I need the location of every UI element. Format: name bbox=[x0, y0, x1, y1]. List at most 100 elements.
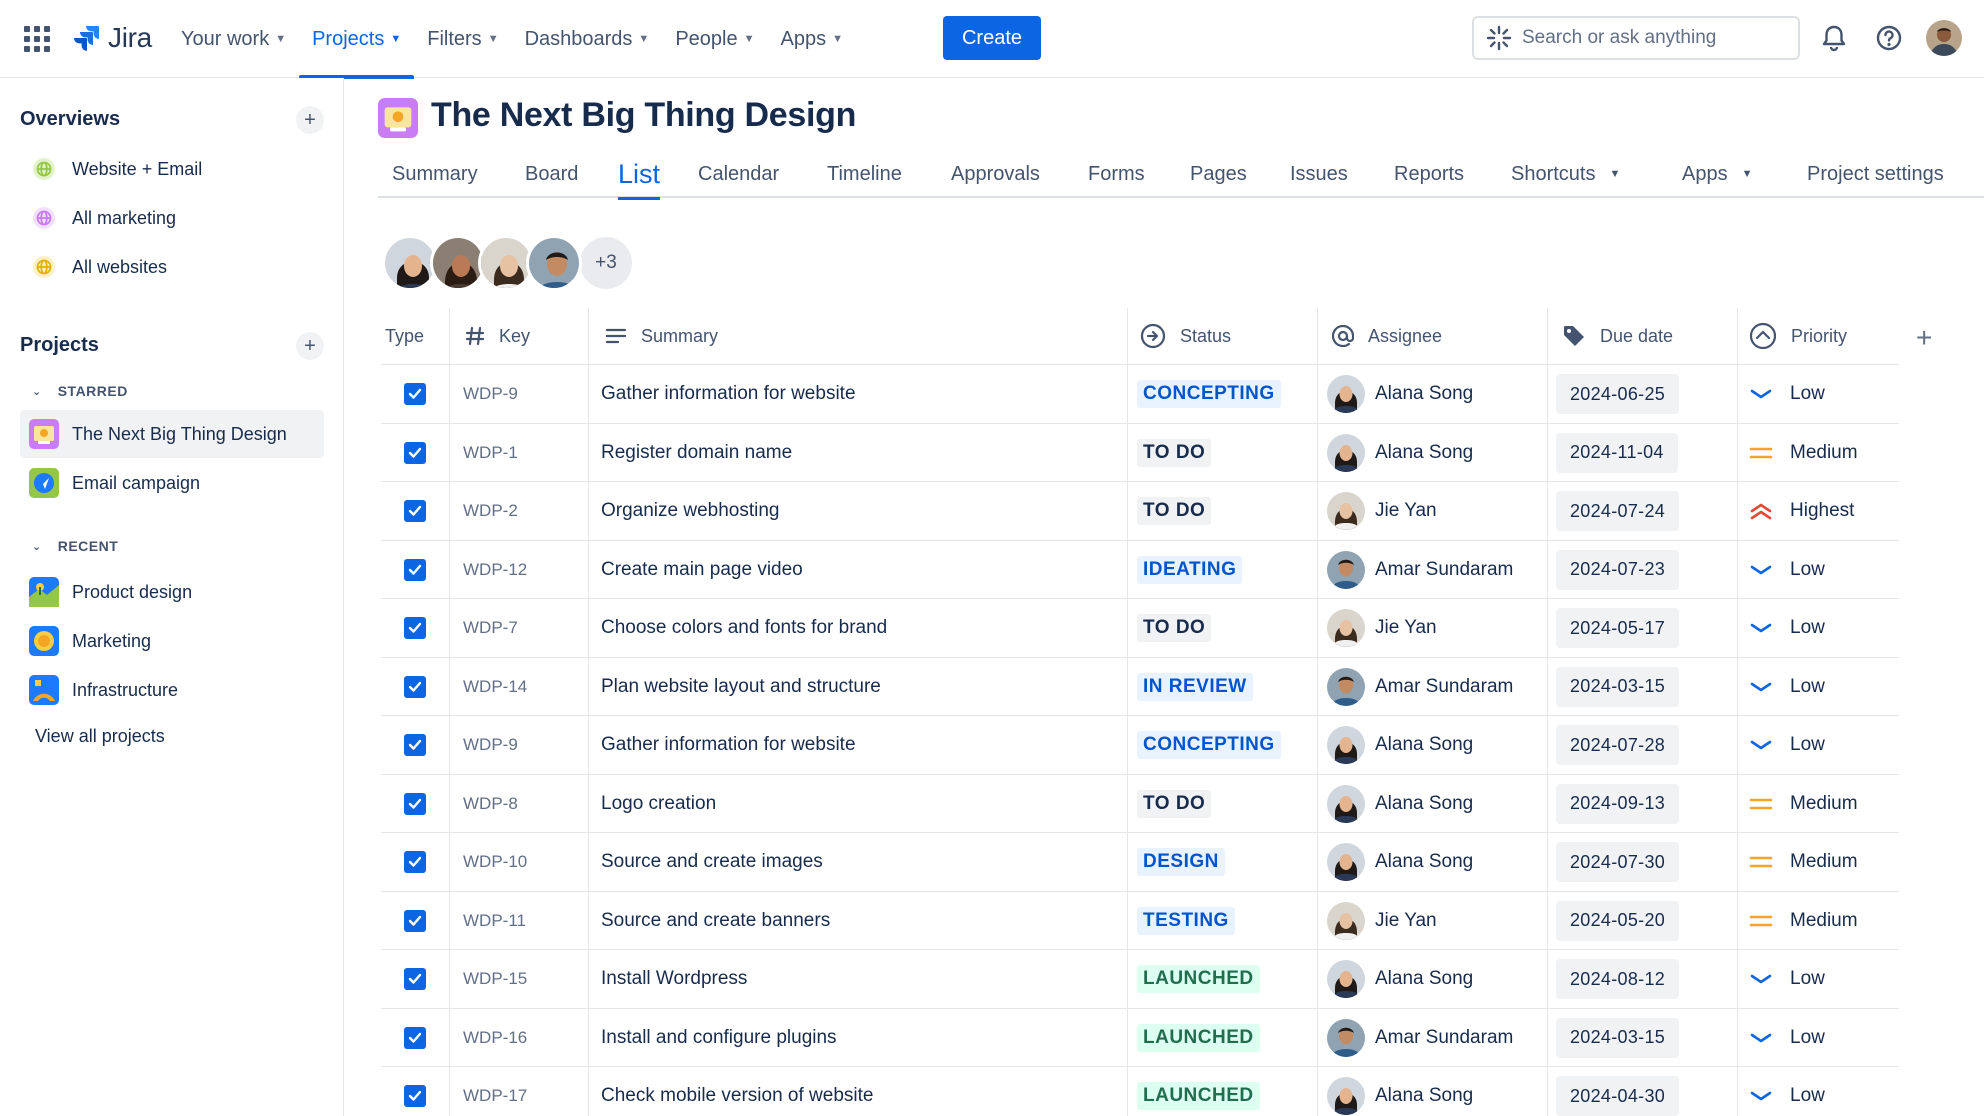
assignee-cell[interactable]: Alana Song bbox=[1327, 775, 1473, 833]
due-date-badge[interactable]: 2024-09-13 bbox=[1556, 783, 1680, 824]
search-input[interactable]: Search or ask anything bbox=[1472, 16, 1800, 60]
sidebar-item-website-email[interactable]: Website + Email bbox=[20, 145, 324, 193]
task-type-checkbox-icon[interactable] bbox=[404, 558, 426, 581]
task-type-checkbox-icon[interactable] bbox=[404, 1085, 426, 1107]
column-key[interactable]: Key bbox=[465, 308, 530, 364]
due-date-badge[interactable]: 2024-05-17 bbox=[1556, 608, 1680, 648]
status-badge[interactable]: DESIGN bbox=[1137, 848, 1225, 876]
due-date-badge[interactable]: 2024-03-15 bbox=[1556, 1017, 1680, 1058]
due-date-badge[interactable]: 2024-07-28 bbox=[1556, 725, 1680, 765]
column-assignee[interactable]: Assignee bbox=[1332, 308, 1442, 364]
add-overview-button[interactable]: + bbox=[296, 106, 324, 134]
notifications-bell-icon[interactable] bbox=[1818, 22, 1850, 54]
table-row[interactable]: WDP-9 Gather information for website CONCE… bbox=[381, 715, 1899, 774]
issue-key[interactable]: WDP-11 bbox=[463, 892, 526, 950]
issue-summary[interactable]: Source and create images bbox=[601, 833, 823, 891]
task-type-checkbox-icon[interactable] bbox=[404, 675, 426, 698]
sidebar-item-all-websites[interactable]: All websites bbox=[20, 243, 324, 291]
issue-key[interactable]: WDP-7 bbox=[463, 599, 518, 657]
task-type-checkbox-icon[interactable] bbox=[404, 441, 426, 464]
assignee-cell[interactable]: Amar Sundaram bbox=[1327, 541, 1513, 599]
column-status[interactable]: Status bbox=[1140, 308, 1231, 364]
nav-your-work[interactable]: Your work ▼ bbox=[168, 0, 299, 78]
priority-cell[interactable]: Medium bbox=[1748, 833, 1858, 891]
issue-key[interactable]: WDP-17 bbox=[463, 1067, 527, 1116]
task-type-checkbox-icon[interactable] bbox=[404, 792, 426, 815]
create-button[interactable]: Create bbox=[943, 16, 1041, 60]
tab-summary[interactable]: Summary bbox=[392, 150, 478, 198]
table-row[interactable]: WDP-11 Source and create banners TESTING Ji… bbox=[381, 890, 1899, 950]
add-column-icon[interactable]: + bbox=[1916, 322, 1932, 354]
column-due-date[interactable]: Due date bbox=[1562, 308, 1673, 364]
task-type-checkbox-icon[interactable] bbox=[404, 383, 426, 405]
issue-key[interactable]: WDP-15 bbox=[463, 950, 527, 1008]
issue-key[interactable]: WDP-12 bbox=[463, 541, 527, 599]
task-type-checkbox-icon[interactable] bbox=[404, 1026, 426, 1049]
assignee-cell[interactable]: Amar Sundaram bbox=[1327, 658, 1513, 716]
nav-dashboards[interactable]: Dashboards ▼ bbox=[512, 0, 663, 78]
task-type-checkbox-icon[interactable] bbox=[404, 617, 426, 639]
status-badge[interactable]: LAUNCHED bbox=[1137, 1023, 1260, 1052]
table-row[interactable]: WDP-1 Register domain name TO DO Alana Song… bbox=[381, 422, 1899, 482]
task-type-checkbox-icon[interactable] bbox=[404, 734, 426, 756]
issue-key[interactable]: WDP-14 bbox=[463, 658, 527, 716]
tab-timeline[interactable]: Timeline bbox=[827, 150, 902, 198]
table-row[interactable]: WDP-2 Organize webhosting TO DO Jie Yan 2024… bbox=[381, 481, 1899, 540]
status-badge[interactable]: LAUNCHED bbox=[1137, 1082, 1260, 1110]
tab-board[interactable]: Board bbox=[525, 150, 578, 198]
assignee-cell[interactable]: Jie Yan bbox=[1327, 892, 1437, 950]
assignee-cell[interactable]: Amar Sundaram bbox=[1327, 1009, 1513, 1067]
assignee-cell[interactable]: Jie Yan bbox=[1327, 482, 1437, 540]
status-badge[interactable]: TO DO bbox=[1137, 497, 1212, 525]
due-date-badge[interactable]: 2024-06-25 bbox=[1556, 374, 1680, 414]
issue-summary[interactable]: Install Wordpress bbox=[601, 950, 747, 1008]
more-members-badge[interactable]: +3 bbox=[580, 237, 632, 289]
issue-key[interactable]: WDP-2 bbox=[463, 482, 518, 540]
task-type-checkbox-icon[interactable] bbox=[404, 851, 426, 873]
priority-cell[interactable]: Low bbox=[1748, 658, 1825, 716]
issue-summary[interactable]: Check mobile version of website bbox=[601, 1067, 873, 1116]
status-badge[interactable]: TESTING bbox=[1137, 906, 1235, 935]
issue-summary[interactable]: Plan website layout and structure bbox=[601, 658, 881, 716]
assignee-cell[interactable]: Alana Song bbox=[1327, 1067, 1473, 1116]
due-date-badge[interactable]: 2024-07-30 bbox=[1556, 842, 1680, 882]
priority-cell[interactable]: Low bbox=[1748, 541, 1825, 599]
assignee-cell[interactable]: Alana Song bbox=[1327, 716, 1473, 774]
table-row[interactable]: WDP-17 Check mobile version of website LAU… bbox=[381, 1066, 1899, 1116]
tab-pages[interactable]: Pages bbox=[1190, 150, 1247, 198]
issue-summary[interactable]: Source and create banners bbox=[601, 892, 830, 950]
issue-summary[interactable]: Gather information for website bbox=[601, 365, 856, 423]
starred-group-toggle[interactable]: ⌄ STARRED bbox=[32, 383, 128, 399]
nav-filters[interactable]: Filters ▼ bbox=[414, 0, 511, 78]
nav-projects[interactable]: Projects ▼ bbox=[299, 0, 415, 79]
tab-forms[interactable]: Forms bbox=[1088, 150, 1145, 198]
issue-key[interactable]: WDP-9 bbox=[463, 716, 518, 774]
table-row[interactable]: WDP-10 Source and create images DESIGN Alan… bbox=[381, 832, 1899, 891]
tab-issues[interactable]: Issues bbox=[1290, 150, 1348, 198]
table-row[interactable]: WDP-7 Choose colors and fonts for brand TO… bbox=[381, 598, 1899, 657]
issue-summary[interactable]: Logo creation bbox=[601, 775, 716, 833]
user-avatar[interactable] bbox=[1926, 20, 1962, 56]
assignee-cell[interactable]: Alana Song bbox=[1327, 833, 1473, 891]
nav-people[interactable]: People ▼ bbox=[662, 0, 767, 78]
sidebar-item-product-design[interactable]: Product design bbox=[20, 568, 324, 616]
member-avatar[interactable] bbox=[526, 235, 582, 291]
column-summary[interactable]: Summary bbox=[605, 308, 718, 364]
tab-shortcuts[interactable]: Shortcuts ▼ bbox=[1511, 150, 1620, 198]
view-all-projects-link[interactable]: View all projects bbox=[35, 726, 165, 747]
add-project-button[interactable]: + bbox=[296, 332, 324, 360]
due-date-badge[interactable]: 2024-05-20 bbox=[1556, 900, 1680, 941]
recent-group-toggle[interactable]: ⌄ RECENT bbox=[32, 538, 118, 554]
column-priority[interactable]: Priority bbox=[1749, 308, 1847, 364]
assignee-cell[interactable]: Jie Yan bbox=[1327, 599, 1437, 657]
table-row[interactable]: WDP-16 Install and configure plugins LAUNC… bbox=[381, 1007, 1899, 1067]
column-type[interactable]: Type bbox=[385, 308, 424, 364]
sidebar-item-marketing[interactable]: Marketing bbox=[20, 617, 324, 665]
table-row[interactable]: WDP-15 Install Wordpress LAUNCHED Alana Son… bbox=[381, 949, 1899, 1008]
priority-cell[interactable]: Low bbox=[1748, 365, 1825, 423]
status-badge[interactable]: CONCEPTING bbox=[1137, 731, 1281, 759]
assignee-cell[interactable]: Alana Song bbox=[1327, 365, 1473, 423]
issue-key[interactable]: WDP-10 bbox=[463, 833, 527, 891]
table-row[interactable]: WDP-12 Create main page video IDEATING Amar… bbox=[381, 539, 1899, 599]
tab-list[interactable]: List bbox=[618, 150, 661, 200]
